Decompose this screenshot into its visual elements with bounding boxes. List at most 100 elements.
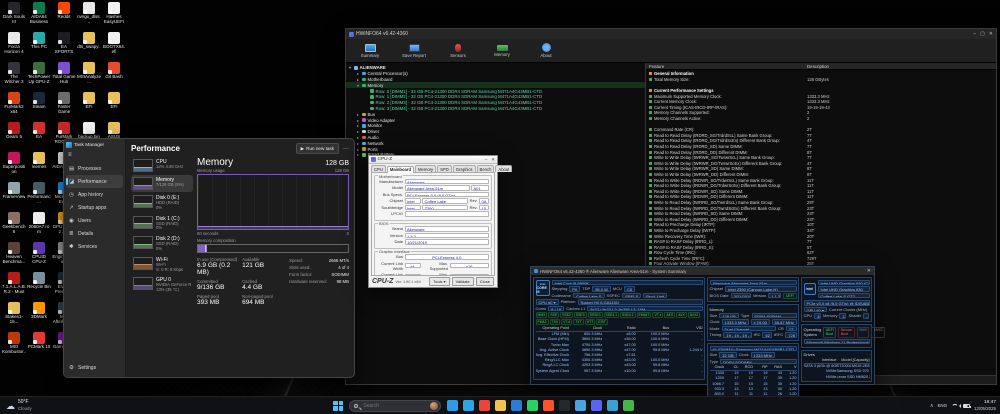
desktop-icon[interactable]: Steam [27,92,51,122]
weather-widget[interactable]: ☁ 50°F Cloudy [0,400,38,411]
taskbar-app-icon[interactable] [575,400,586,411]
expand-arrow-icon[interactable]: ▸ [356,141,360,146]
expand-arrow-icon[interactable]: ▾ [348,65,352,70]
desktop-icon[interactable]: Hashes EasyUEFI [102,2,126,32]
memory-composition-bar[interactable] [197,244,349,253]
cpu-name[interactable]: Intel Core i9-9900K [552,280,703,286]
desktop-icon[interactable]: CPUID CPU-Z [27,242,51,272]
desktop-icon[interactable]: FrameView [2,182,26,212]
desktop-icon[interactable]: BOOTX64.efi [102,32,126,62]
perf-list-item[interactable]: Disk 2 (D:) SSD (RAID) 0% [131,234,193,254]
taskbar-app-icon[interactable] [495,400,506,411]
cpuz-tab[interactable]: SPD [437,165,452,172]
desktop-icon[interactable]: Stakes1-16... [2,302,26,332]
feature-row[interactable]: Read to Read Delay (tRDRD_DD) Different … [646,149,996,155]
taskbar-app-icon[interactable] [479,400,490,411]
expand-arrow-icon[interactable]: ▸ [356,77,360,82]
desktop-icon[interactable]: 3DMark [27,302,51,332]
expand-arrow-icon[interactable]: ▸ [356,118,360,123]
perf-list-item[interactable]: Disk 1 (C:) SSD (RAID) 0% [131,214,193,234]
nav-item[interactable]: ↗ Startup apps [66,201,123,214]
run-new-task-button[interactable]: ▶ Run new task [296,143,339,154]
hamburger-icon[interactable]: ≡ [68,152,123,158]
desktop-icon[interactable]: Faster Game [52,92,76,122]
desktop-icon[interactable]: FurMark2 x64 [2,92,26,122]
cpuz-tab[interactable]: Mainboard [387,166,414,173]
tray-chevron-icon[interactable]: ∧ [930,403,934,409]
toolbar-button[interactable]: About [526,40,566,62]
feature-row[interactable]: Command Rate (CR): 2T [646,127,996,133]
desktop-icon[interactable]: 2060A7.rom [27,212,51,242]
maximize-icon[interactable]: ▢ [980,31,985,37]
taskbar-app-icon[interactable] [559,400,570,411]
desktop-icon[interactable]: This PC [27,32,51,62]
desktop-icon[interactable]: EFI [102,92,126,122]
feature-column-header[interactable]: Feature [646,64,807,69]
cpuz-tab[interactable]: Graphics [453,165,476,172]
taskbar-app-icon[interactable] [607,400,618,411]
cpuz-titlebar[interactable]: CPU-Z –✕ [369,156,497,164]
nav-item[interactable]: ✱ Services [66,240,123,253]
toolbar-button[interactable]: Memory [482,40,522,62]
feature-row[interactable]: Memory Channels Supported: 2 [646,110,996,116]
feature-row[interactable]: Read to Read Delay (tRDRD_DG/TrdrdScEx) … [646,138,996,144]
perf-list-item[interactable]: CPU 12% 4.68 GHz [131,157,193,174]
search-input[interactable] [361,402,427,410]
feature-row[interactable]: Write Recovery Time (tWR): 20T [646,233,996,239]
toolbar-button[interactable]: Summary [350,40,390,62]
feature-row[interactable]: Total Memory Size: 128 GBytes [646,77,996,83]
cpu-selector[interactable]: CPU #0 ▾ [536,299,559,305]
summary-titlebar[interactable]: HWiNFO64 v6.42-4360 ® Alienware Alienwar… [531,267,874,275]
feature-row[interactable]: Read to Precharge Delay (tRTP): 10T [646,222,996,228]
close-icon[interactable]: ✕ [989,31,993,37]
feature-row[interactable]: Read to Write Delay (tRDWR_DG/TrdwrScEx)… [646,183,996,189]
feature-row[interactable]: Write to Read Delay (tWRRD_DG/TwrrdScEx)… [646,205,996,211]
description-column-header[interactable]: Description [807,64,829,69]
language-indicator[interactable]: ENG [938,403,948,408]
desktop-icon[interactable]: Reddit [52,2,76,32]
drive-row[interactable]: NVMeLexar SSD NM620 2TB [1.8 TB] [804,375,870,380]
desktop-icon[interactable]: MSI Kombustor... [2,332,26,362]
feature-row[interactable]: Write to Write Delay (tWRWR_SD) Same DIM… [646,166,996,172]
taskbar-app-icon[interactable] [447,400,458,411]
gpu-title[interactable]: Intel UHD Graphics 630 (Coffee Lake GT2 … [818,280,870,286]
desktop-icon[interactable]: Performanc... [27,182,51,212]
expand-arrow-icon[interactable]: ▸ [356,147,360,152]
desktop-icon[interactable]: memes [27,152,51,182]
nav-item[interactable]: ◷ App history [66,188,123,201]
search-box[interactable] [349,400,441,412]
desktop-icon[interactable]: Total Game Hub [52,62,76,92]
desktop-icon[interactable]: PCMark 10 [27,332,51,362]
feature-row[interactable]: RAS# to RAS# Delay (tRRD_L): 7T [646,239,996,245]
desktop-icon[interactable]: nvngx_dlss... [77,2,101,32]
feature-row[interactable]: RAS# to RAS# Delay (tRRD_S): 5T [646,244,996,250]
perf-list-item[interactable]: Wi-Fi Wi-Fi S: 0 R: 8 Kbps [131,255,193,275]
desktop-icon[interactable]: Recycle Bin [27,272,51,302]
close-button[interactable]: Close [476,277,494,286]
perf-list-item[interactable]: Disk 0 (E:) HDD (RAID) 0% [131,193,193,213]
feature-row[interactable]: Write to Write Delay (tWRWR_SG/TwrwrScL)… [646,155,996,161]
feature-row[interactable]: Write to Write Delay (tWRWR_DG/TwrwrScEx… [646,161,996,167]
taskbar-app-icon[interactable] [511,400,522,411]
feature-row[interactable]: Read to Write Delay (tRDWR_SG/TrdwrScL) … [646,177,996,183]
feature-row[interactable]: Write to Read Delay (tWRRD_SG/TwrrdScL) … [646,200,996,206]
nav-item-settings[interactable]: ⚙ Settings [66,361,123,374]
minimize-icon[interactable]: – [485,157,488,163]
close-icon[interactable]: ✕ [867,268,871,274]
taskbar-app-icon[interactable] [527,400,538,411]
feature-row[interactable]: Refresh Cycle Time (tRFC): 728T [646,256,996,262]
expand-arrow-icon[interactable]: ▸ [356,123,360,128]
taskbar-app-icon[interactable] [591,400,602,411]
module-selector[interactable]: #1 (DIMM1): Samsung M471A4G43MB1-CTD [710,346,797,352]
close-icon[interactable]: ✕ [491,157,495,163]
desktop-icon[interactable]: Superposition Benchmark [2,152,26,182]
cpuz-tab[interactable]: About [495,165,512,172]
cpuz-tab[interactable]: Memory [415,165,436,172]
toolbar-button[interactable]: Save Report [394,40,434,62]
hwinfo-titlebar[interactable]: HWiNFO64 v6.42-4360 – ▢ ✕ [346,29,996,39]
desktop-icon[interactable]: Geekbench 6 [2,212,26,242]
feature-row[interactable]: Write to Read Delay (tWRRD_DD) Different… [646,216,996,222]
desktop-icon[interactable]: AIDA64 Business [27,2,51,32]
expand-arrow-icon[interactable]: ▸ [356,135,360,140]
feature-row[interactable]: Row Cycle Time (tRC): 62T [646,250,996,256]
